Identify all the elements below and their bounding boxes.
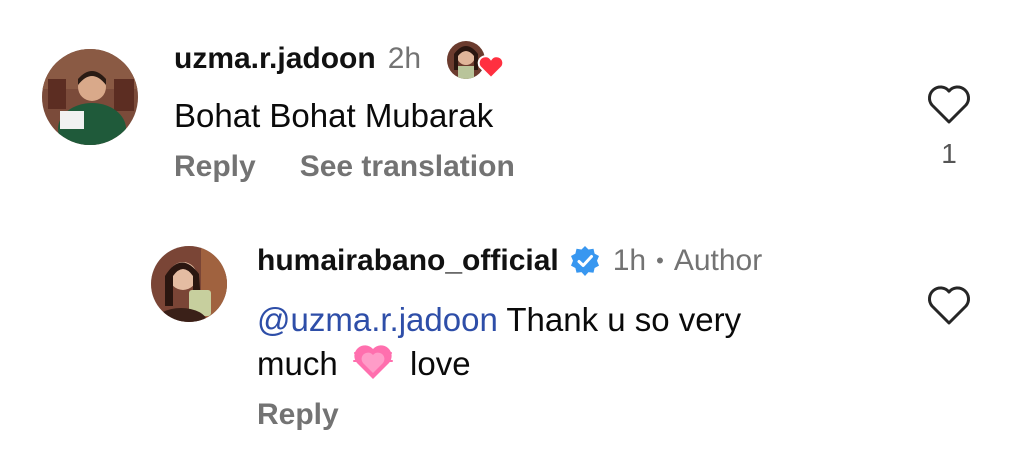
verified-badge-icon xyxy=(569,245,601,277)
like-button[interactable] xyxy=(926,284,972,326)
author-liked-indicator xyxy=(446,40,505,82)
avatar[interactable] xyxy=(151,246,227,322)
like-button[interactable] xyxy=(926,83,972,125)
pink-heart-emoji xyxy=(352,343,393,381)
comment-time: 2h xyxy=(387,42,422,75)
reply-username[interactable]: humairabano_official xyxy=(257,244,559,278)
reply-text: @uzma.r.jadoon Thank u so very much love xyxy=(257,298,877,386)
user-avatar-icon xyxy=(151,246,227,322)
like-count[interactable]: 1 xyxy=(926,138,972,170)
author-liked-heart-icon xyxy=(447,41,505,80)
reply-time: 1h xyxy=(612,244,647,277)
reply-button[interactable]: Reply xyxy=(174,150,256,184)
reply-button[interactable]: Reply xyxy=(257,398,339,432)
meta-separator: • xyxy=(656,248,664,273)
comment-actions: Reply See translation xyxy=(174,150,515,184)
heart-outline-icon xyxy=(928,85,970,124)
reply-meta: humairabano_official 1h • Author xyxy=(257,244,762,278)
comment-text: Bohat Bohat Mubarak xyxy=(174,97,494,134)
reply-actions: Reply xyxy=(257,398,339,432)
user-avatar-icon xyxy=(42,49,138,145)
comment-meta: uzma.r.jadoon 2h xyxy=(174,42,421,76)
reply-text-part1: Thank u so very xyxy=(497,301,742,338)
heart-outline-icon xyxy=(928,286,970,325)
avatar[interactable] xyxy=(42,49,138,145)
reply-text-part3: love xyxy=(410,345,471,382)
mention-link[interactable]: @uzma.r.jadoon xyxy=(257,301,498,338)
comment-username[interactable]: uzma.r.jadoon xyxy=(174,42,376,76)
see-translation-button[interactable]: See translation xyxy=(300,150,515,184)
author-label: Author xyxy=(673,244,763,277)
reply-text-part2: much xyxy=(257,345,338,382)
